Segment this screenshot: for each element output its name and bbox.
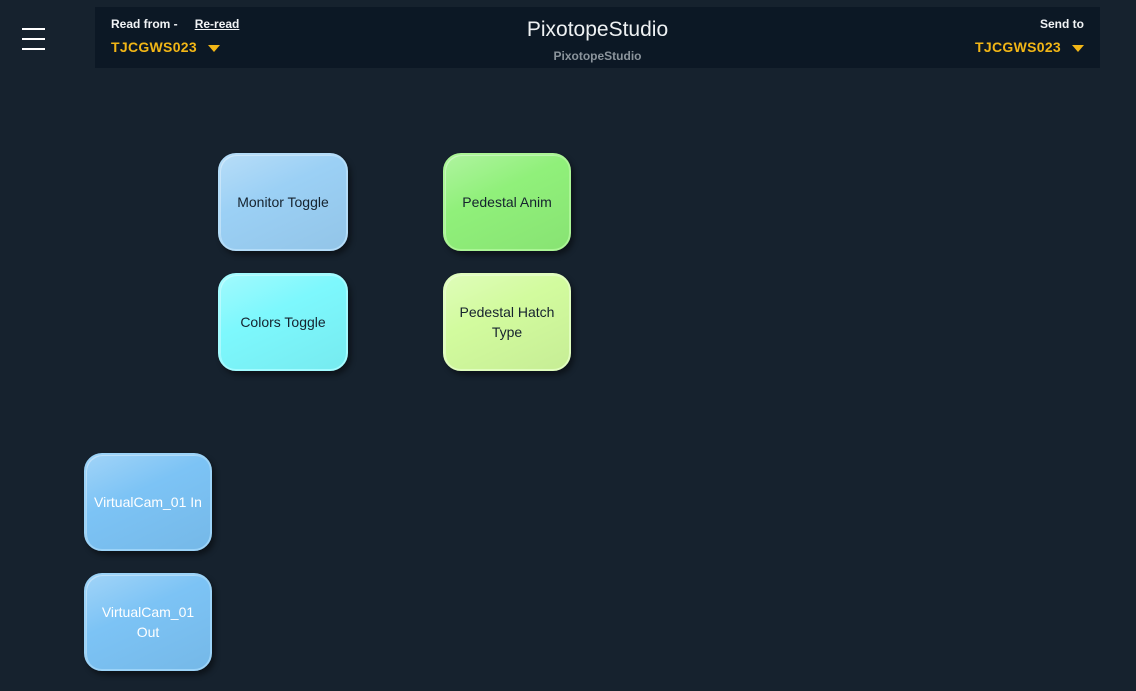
button-label: Pedestal Hatch Type: [453, 302, 561, 343]
read-from-device-value: TJCGWS023: [111, 39, 197, 55]
page-subtitle: PixotopeStudio: [527, 49, 668, 63]
virtualcam-01-out-button[interactable]: VirtualCam_01 Out: [84, 573, 212, 671]
hamburger-icon: [22, 28, 45, 50]
read-from-label: Read from -: [111, 17, 178, 31]
virtualcam-01-in-button[interactable]: VirtualCam_01 In: [84, 453, 212, 551]
chevron-down-icon: [208, 45, 220, 52]
read-from-section: Read from - Re-read TJCGWS023: [111, 17, 239, 55]
reread-link[interactable]: Re-read: [195, 17, 240, 31]
pedestal-anim-button[interactable]: Pedestal Anim: [443, 153, 571, 251]
header-title-section: PixotopeStudio PixotopeStudio: [527, 18, 668, 63]
button-label: Colors Toggle: [240, 312, 325, 332]
send-to-section: Send to TJCGWS023: [975, 17, 1084, 55]
button-label: VirtualCam_01 In: [94, 492, 202, 512]
send-to-label: Send to: [1040, 17, 1084, 31]
send-to-device-dropdown[interactable]: TJCGWS023: [975, 39, 1084, 55]
page-title: PixotopeStudio: [527, 18, 668, 42]
button-label: Pedestal Anim: [462, 192, 552, 212]
colors-toggle-button[interactable]: Colors Toggle: [218, 273, 348, 371]
menu-button[interactable]: [22, 28, 45, 50]
button-label: Monitor Toggle: [237, 192, 329, 212]
header-bar: Read from - Re-read TJCGWS023 PixotopeSt…: [95, 7, 1100, 68]
button-label: VirtualCam_01 Out: [94, 602, 202, 643]
read-from-device-dropdown[interactable]: TJCGWS023: [111, 39, 239, 55]
send-to-device-value: TJCGWS023: [975, 39, 1061, 55]
monitor-toggle-button[interactable]: Monitor Toggle: [218, 153, 348, 251]
pedestal-hatch-type-button[interactable]: Pedestal Hatch Type: [443, 273, 571, 371]
chevron-down-icon: [1072, 45, 1084, 52]
